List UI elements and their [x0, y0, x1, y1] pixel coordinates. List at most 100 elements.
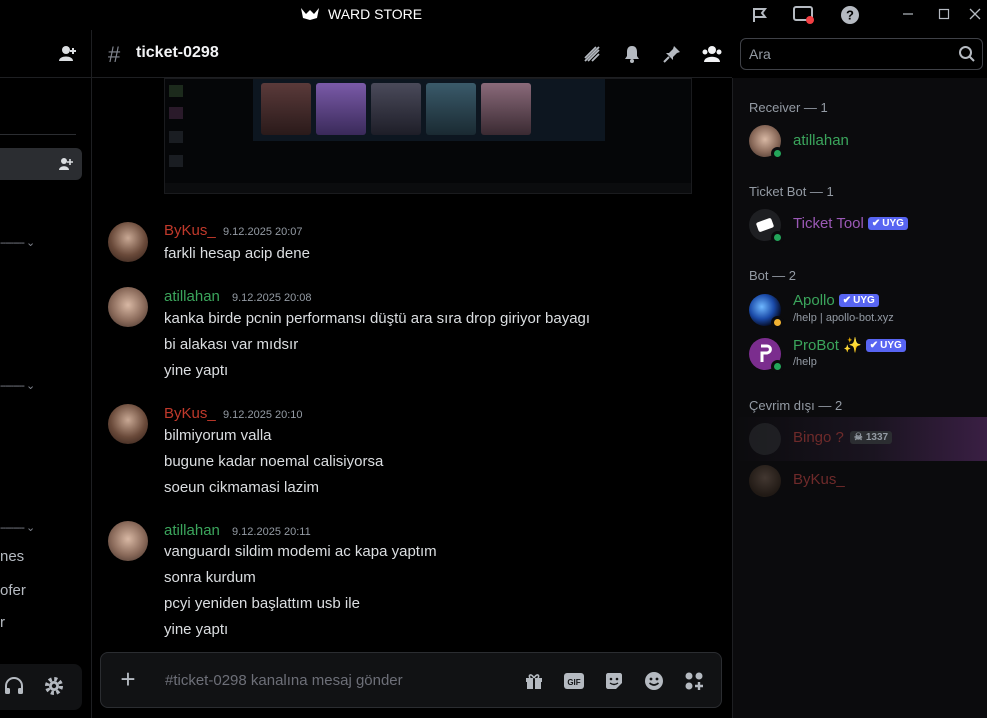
search-icon — [958, 45, 976, 68]
gear-icon[interactable] — [44, 676, 64, 701]
member-name: ProBot ✨ ✔ UYG — [793, 336, 906, 354]
member-item[interactable]: Apollo ✔ UYG /help | apollo-bot.xyz — [733, 288, 987, 332]
message-author[interactable]: ByKus_ — [164, 405, 216, 422]
message-text: soeun cikmamasi lazim — [164, 479, 320, 496]
hashtag-icon: # — [108, 42, 121, 67]
message-text: bilmiyorum valla — [164, 427, 272, 444]
message: atillahan 9.12.2025 20:08 kanka birde pc… — [92, 284, 732, 384]
member-item[interactable]: Ticket Tool ✔ UYG — [733, 203, 987, 247]
message-timestamp: 9.12.2025 20:10 — [223, 409, 303, 421]
desktop-icon — [169, 85, 183, 97]
online-status-icon — [771, 231, 784, 244]
champion-card — [481, 83, 531, 135]
guild-tag: ☠ 1337 — [849, 431, 893, 444]
divider — [0, 134, 76, 135]
bell-icon[interactable] — [620, 42, 644, 66]
app-badge: ✔ UYG — [838, 294, 879, 307]
message-text: farkli hesap acip dene — [164, 245, 310, 262]
sticker-icon[interactable] — [602, 669, 626, 693]
composer-placeholder[interactable]: #ticket-0298 kanalına mesaj gönder — [165, 672, 403, 689]
champion-card — [261, 83, 311, 135]
search-box[interactable] — [740, 38, 983, 70]
gift-icon[interactable] — [522, 669, 546, 693]
member-list-icon[interactable] — [700, 42, 724, 66]
avatar[interactable] — [108, 287, 148, 327]
verified-check-icon: ✔ — [871, 218, 881, 229]
message-text: vanguardı sildim modemi ac kapa yaptım — [164, 543, 437, 560]
category-collapse[interactable]: --------- ⌄ — [0, 521, 35, 534]
message-composer[interactable]: + #ticket-0298 kanalına mesaj gönder GIF — [100, 652, 722, 708]
member-name-text: Ticket Tool — [793, 215, 864, 232]
avatar[interactable] — [108, 521, 148, 561]
champion-card — [316, 83, 366, 135]
invite-icon[interactable] — [58, 156, 74, 177]
message-timestamp: 9.12.2025 20:08 — [232, 292, 312, 304]
member-item[interactable]: ProBot ✨ ✔ UYG /help — [733, 332, 987, 376]
svg-text:?: ? — [846, 8, 854, 23]
gif-icon[interactable]: GIF — [562, 669, 586, 693]
member-item[interactable]: atillahan — [733, 119, 987, 163]
sparkle-icon: ✨ — [843, 337, 862, 354]
avatar — [749, 465, 781, 497]
guild-tag-label: 1337 — [865, 432, 889, 443]
champion-card — [426, 83, 476, 135]
channel-item[interactable]: nes — [0, 548, 24, 565]
member-group-title: Bot — 2 — [749, 268, 796, 283]
member-name: atillahan — [793, 132, 849, 149]
inbox-flag-icon[interactable] — [749, 4, 771, 26]
desktop-icon — [169, 131, 183, 143]
screen-share-icon[interactable] — [793, 4, 815, 26]
minimize-icon[interactable] — [895, 3, 921, 25]
message-text: bi alakası var mıdsır — [164, 336, 299, 353]
member-status-text: /help | apollo-bot.xyz — [793, 312, 894, 324]
add-attachment-icon[interactable]: + — [115, 666, 141, 693]
member-name-text: ProBot — [793, 337, 839, 354]
chevron-down-icon: ⌄ — [26, 380, 35, 392]
message-list: ByKus_ 9.12.2025 20:07 farkli hesap acip… — [92, 78, 732, 718]
game-lobby-panel — [253, 79, 605, 141]
channel-item[interactable]: r — [0, 614, 5, 631]
apps-icon[interactable] — [682, 669, 706, 693]
message-author[interactable]: atillahan — [164, 288, 220, 305]
member-status-text: /help — [793, 356, 817, 368]
member-name-text: Apollo — [793, 292, 835, 309]
help-icon[interactable]: ? — [839, 4, 861, 26]
app-badge: ✔ UYG — [867, 217, 908, 230]
pin-icon[interactable] — [660, 42, 684, 66]
message: ByKus_ 9.12.2025 20:07 farkli hesap acip… — [92, 218, 732, 266]
member-name: Apollo ✔ UYG — [793, 292, 879, 309]
message-text: kanka birde pcnin performansı düştü ara … — [164, 310, 591, 327]
member-item[interactable]: ByKus_ — [733, 459, 987, 503]
ward-logo-icon — [301, 8, 319, 20]
threads-icon[interactable] — [580, 42, 604, 66]
avatar[interactable] — [108, 222, 148, 262]
close-icon[interactable] — [962, 3, 987, 25]
channel-item[interactable]: ofer — [0, 582, 26, 599]
member-group-title: Çevrim dışı — 2 — [749, 398, 843, 413]
category-collapse[interactable]: --------- ⌄ — [0, 379, 35, 392]
message-text: bugune kadar noemal calisiyorsa — [164, 453, 384, 470]
message-author[interactable]: ByKus_ — [164, 222, 216, 239]
category-collapse[interactable]: --------- ⌄ — [0, 236, 35, 249]
idle-status-icon — [771, 316, 784, 329]
member-name: ByKus_ — [793, 471, 845, 488]
skull-icon: ☠ — [853, 432, 863, 443]
headphones-icon[interactable] — [4, 676, 24, 701]
message-timestamp: 9.12.2025 20:07 — [223, 226, 303, 238]
search-input[interactable] — [749, 45, 949, 63]
message-text: pcyi yeniden başlattım usb ile — [164, 595, 360, 612]
title-bar: WARD STORE ? — [0, 0, 987, 30]
message-author[interactable]: atillahan — [164, 522, 220, 539]
member-name: Ticket Tool ✔ UYG — [793, 215, 908, 232]
maximize-icon[interactable] — [931, 3, 957, 25]
desktop-icon — [169, 155, 183, 167]
member-item[interactable]: Bingo ? ☠ 1337 — [733, 417, 987, 461]
avatar[interactable] — [108, 404, 148, 444]
add-member-icon[interactable] — [58, 44, 78, 69]
emoji-icon[interactable] — [642, 669, 666, 693]
window-title: WARD STORE — [328, 6, 423, 22]
member-name: Bingo ? ☠ 1337 — [793, 429, 893, 446]
message: ByKus_ 9.12.2025 20:10 bilmiyorum valla … — [92, 401, 732, 501]
selected-channel-item[interactable] — [0, 148, 82, 180]
image-attachment[interactable] — [164, 78, 692, 194]
